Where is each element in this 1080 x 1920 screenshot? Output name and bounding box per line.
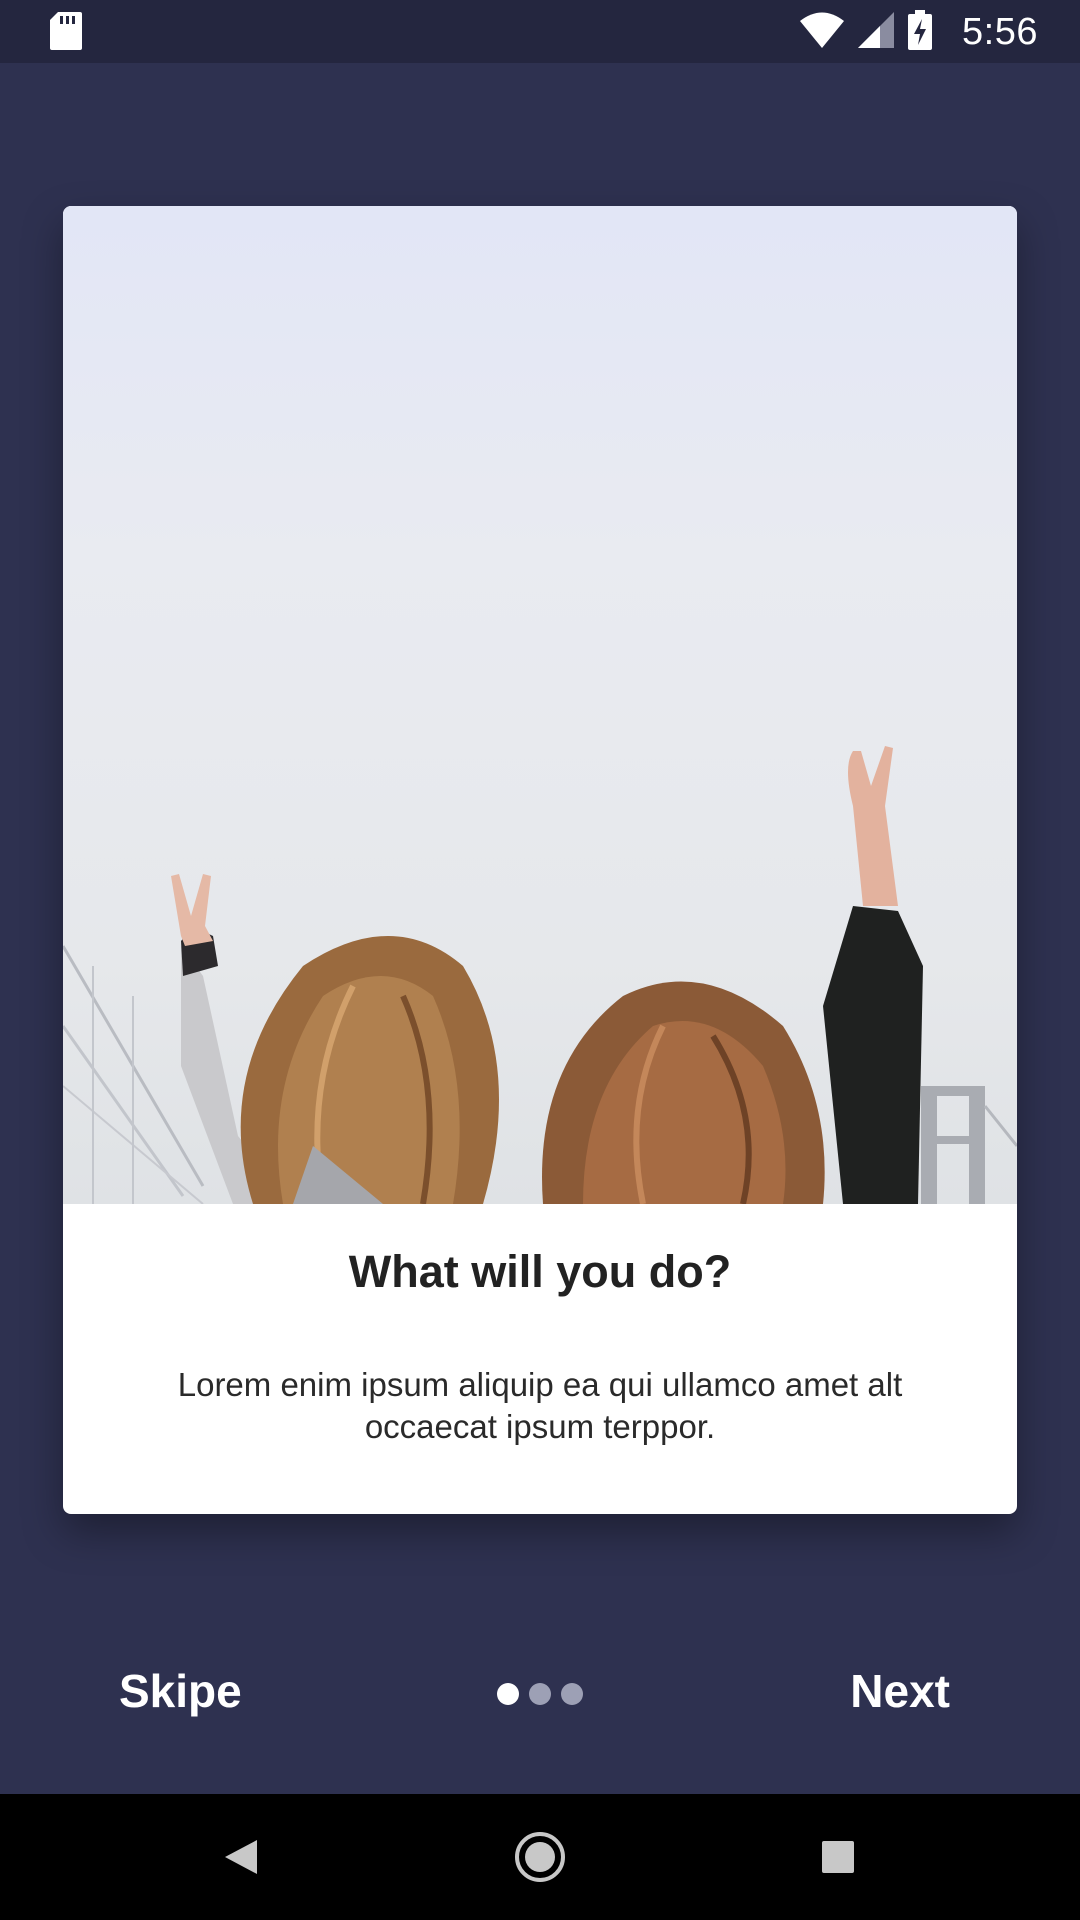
wifi-icon (800, 12, 845, 53)
clock: 5:56 (962, 10, 1038, 53)
next-button[interactable]: Next (850, 1664, 950, 1718)
page-dot-2 (529, 1683, 551, 1705)
page-indicator (497, 1683, 583, 1705)
card-title: What will you do? (348, 1246, 732, 1297)
home-icon[interactable] (505, 1822, 575, 1892)
page-dot-1 (497, 1683, 519, 1705)
onboarding-card: What will you do? Lorem enim ipsum aliqu… (63, 206, 1017, 1514)
card-description: Lorem enim ipsum aliquip ea qui ullamco … (177, 1366, 903, 1445)
navigation-bar (0, 1794, 1080, 1920)
page-dot-3 (561, 1683, 583, 1705)
skip-button[interactable]: Skipe (119, 1664, 242, 1718)
hero-image (63, 206, 1017, 1204)
status-bar: 5:56 (0, 0, 1080, 63)
battery-charging-icon (908, 9, 933, 55)
back-icon[interactable] (206, 1822, 276, 1892)
signal-icon (858, 11, 895, 53)
recents-icon[interactable] (803, 1822, 873, 1892)
sd-card-icon (50, 12, 82, 55)
